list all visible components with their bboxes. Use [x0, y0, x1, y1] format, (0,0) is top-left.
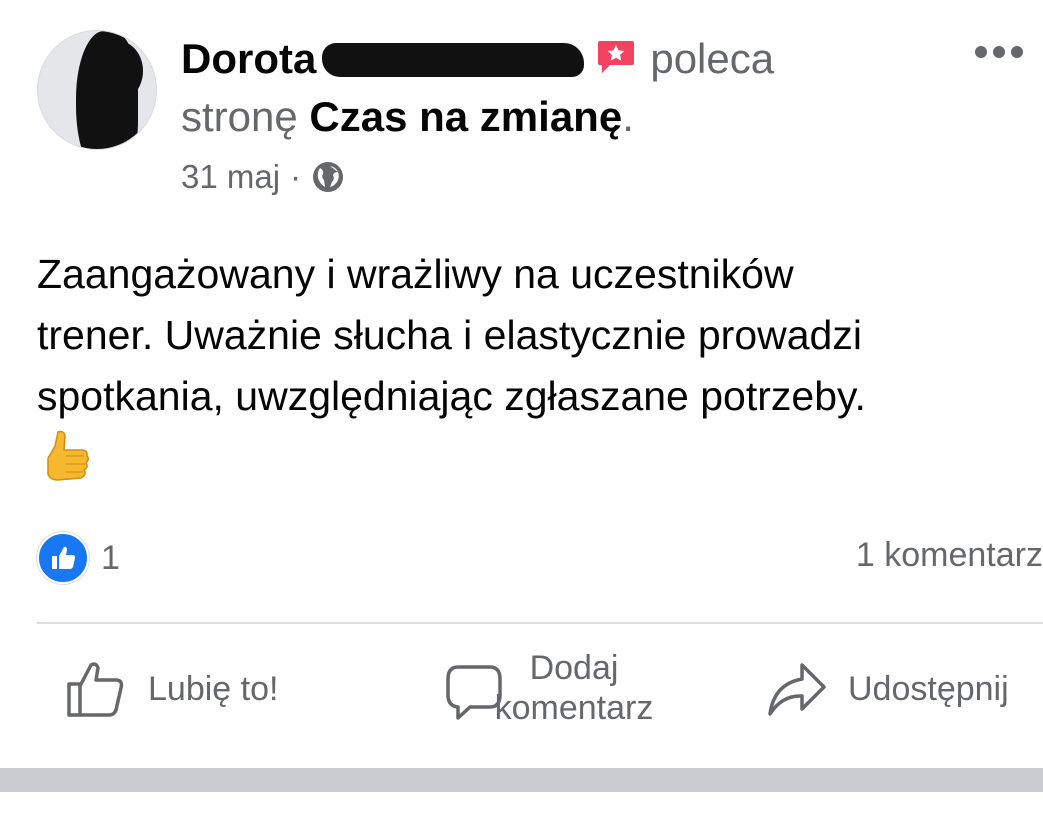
post-body-line: trener. Uważnie słucha i elastycznie pro…: [37, 312, 862, 358]
globe-icon: [313, 162, 344, 192]
more-dot: [1011, 46, 1023, 58]
post-date[interactable]: 31 maj: [181, 157, 280, 197]
author-surname-redaction: [322, 43, 585, 77]
share-button[interactable]: Udostępnij: [766, 660, 1009, 718]
meta-separator: ·: [290, 158, 302, 195]
comment-label-line1: Dodaj: [529, 649, 619, 687]
recommends-prefix: stronę: [181, 93, 298, 140]
recommends-verb: poleca: [650, 35, 775, 82]
divider: [37, 622, 1043, 624]
comment-button[interactable]: Dodaj komentarz: [444, 648, 684, 728]
thumbs-up-emoji: [47, 430, 90, 481]
like-label: Lubię to!: [148, 670, 279, 708]
comment-label-line2: komentarz: [494, 689, 654, 727]
feed-separator: [0, 768, 1043, 792]
more-options-button[interactable]: [975, 40, 1027, 64]
recommendation-icon: [598, 41, 635, 73]
post-header: Dorota poleca stronę Czas na zmianę.: [181, 30, 881, 146]
avatar-redaction-head: [93, 41, 143, 101]
share-label: Udostępnij: [848, 670, 1009, 708]
thumbs-up-icon: [67, 662, 124, 717]
post-body-line: spotkania, uwzględniając zgłaszane potrz…: [37, 373, 866, 419]
page-name-link[interactable]: Czas na zmianę: [309, 93, 622, 140]
share-arrow-icon: [768, 663, 826, 716]
like-button[interactable]: Lubię to!: [66, 660, 278, 718]
comment-count-link[interactable]: 1 komentarz: [856, 536, 1043, 575]
reaction-count: 1: [101, 538, 120, 577]
post-body: Zaangażowany i wrażliwy na uczestników t…: [37, 244, 1027, 427]
reactions-summary[interactable]: 1: [37, 532, 120, 584]
header-period: .: [622, 93, 634, 140]
post-meta: 31 maj ·: [181, 157, 345, 197]
more-dot: [993, 46, 1005, 58]
author-name[interactable]: Dorota: [181, 35, 316, 82]
more-dot: [975, 46, 987, 58]
avatar[interactable]: [37, 30, 157, 150]
post-card: Dorota poleca stronę Czas na zmianę. 31 …: [0, 0, 1043, 770]
post-body-line: Zaangażowany i wrażliwy na uczestników: [37, 251, 794, 297]
like-reaction-icon: [37, 532, 89, 584]
